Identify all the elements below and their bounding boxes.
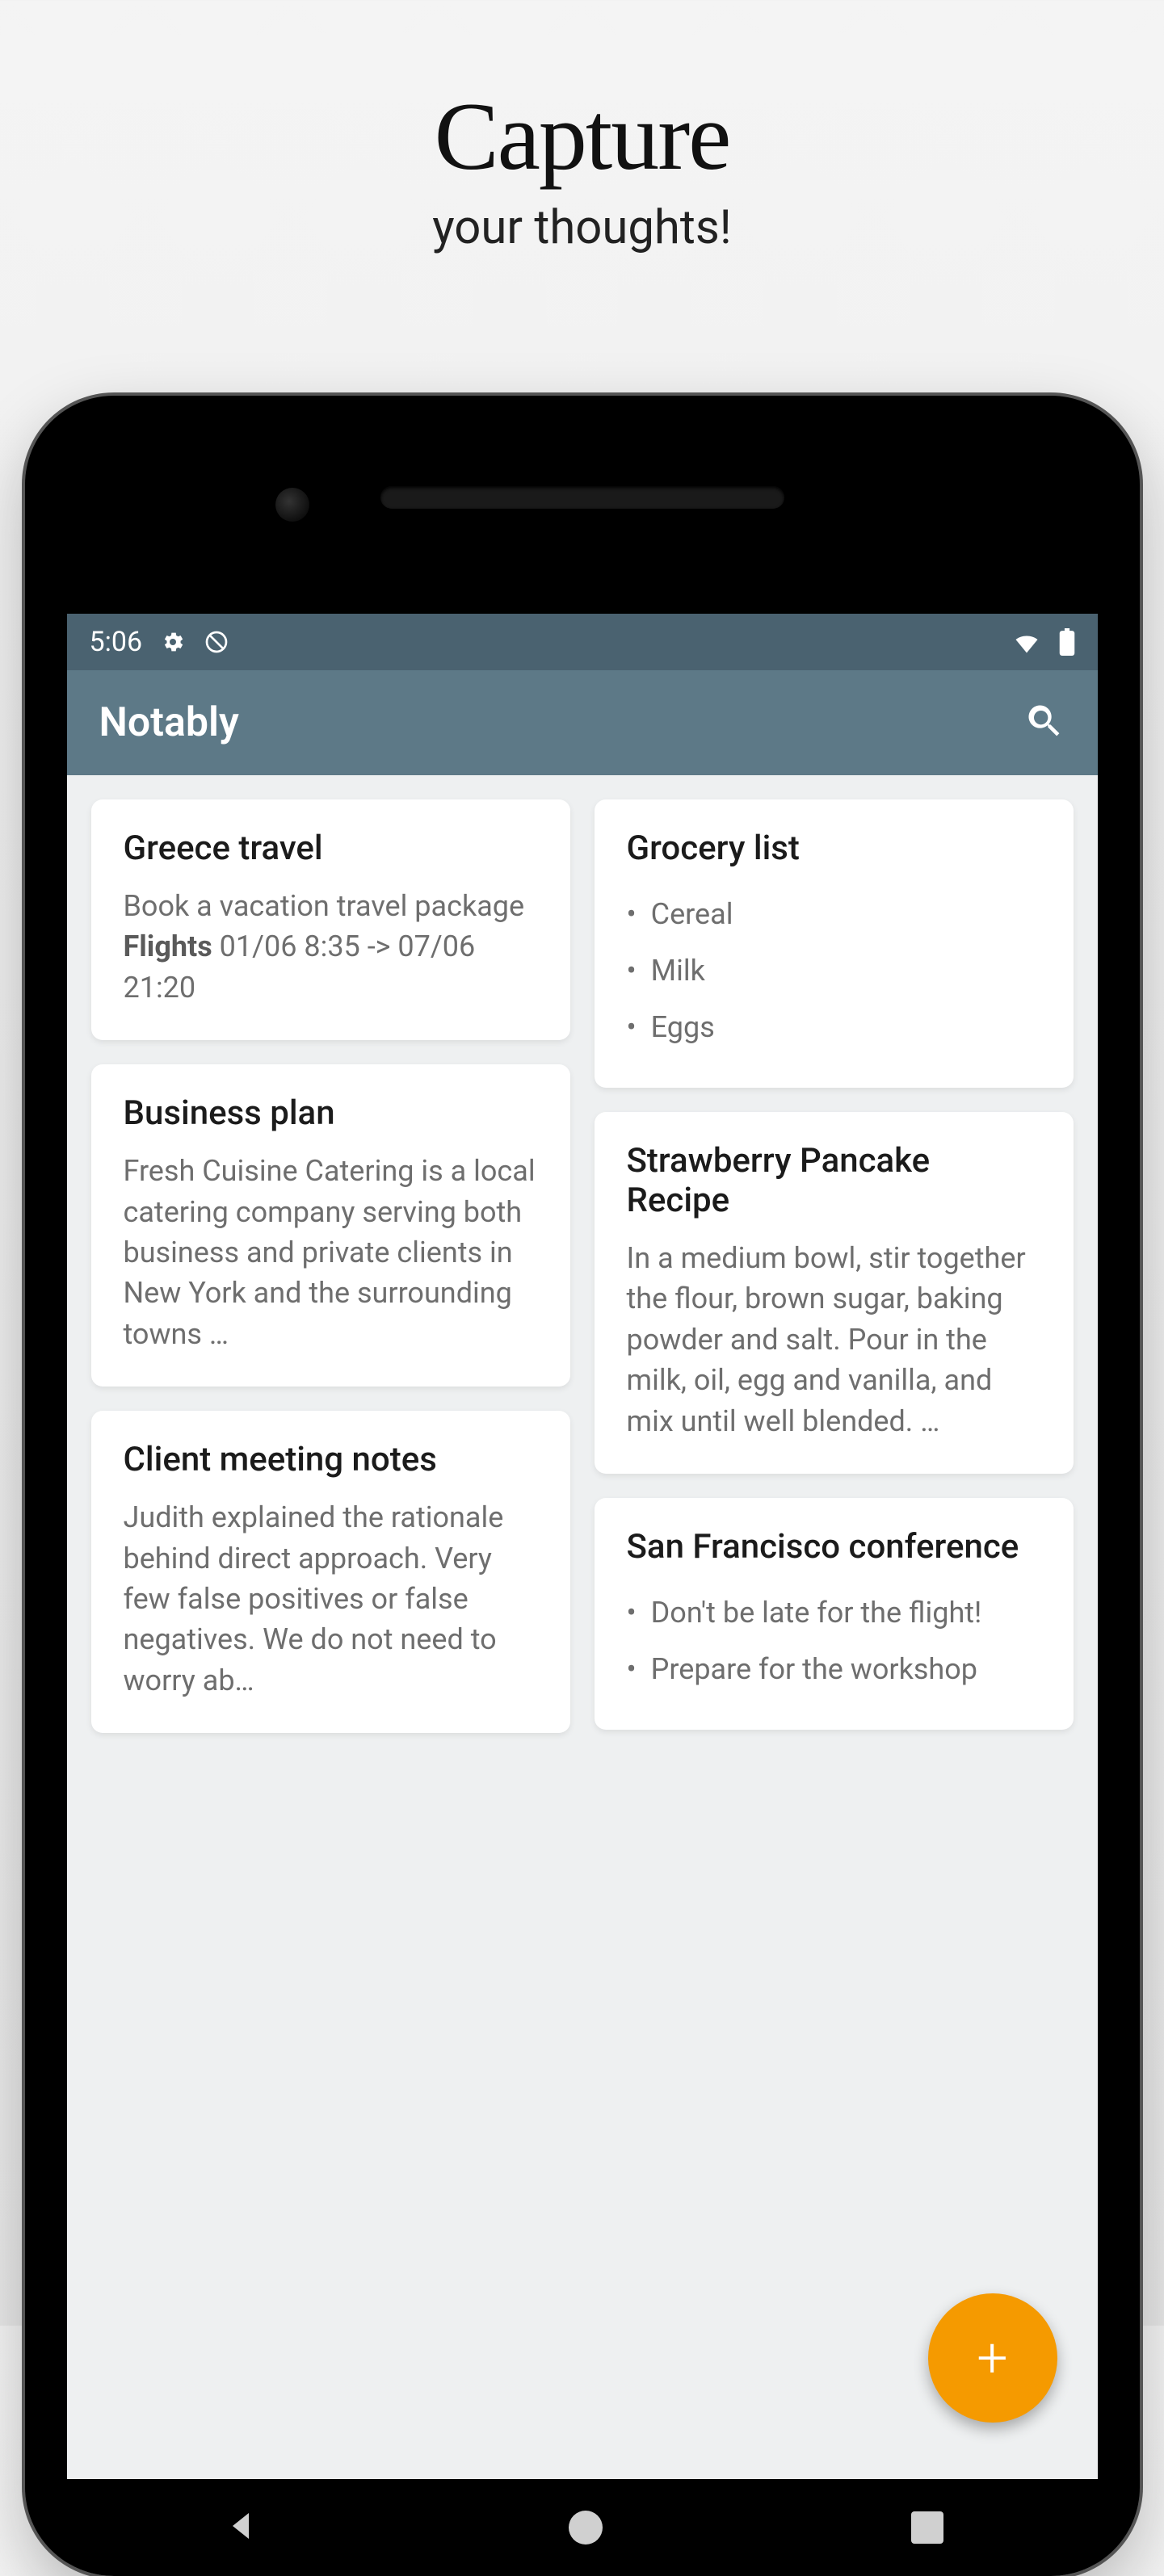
home-icon[interactable] <box>569 2511 603 2545</box>
list-item: Milk <box>627 942 1041 999</box>
app-title: Notably <box>99 699 239 746</box>
notes-grid: Greece travel Book a vacation travel pac… <box>67 775 1098 2479</box>
note-card[interactable]: Grocery list Cereal Milk Eggs <box>595 799 1074 1088</box>
list-item: Prepare for the workshop <box>627 1641 1041 1697</box>
note-body: In a medium bowl, stir together the flou… <box>627 1238 1041 1441</box>
note-title: Client meeting notes <box>124 1440 538 1479</box>
wifi-icon <box>1012 627 1041 657</box>
list-item-text: Milk <box>651 954 705 988</box>
list-item-text: Don't be late for the flight! <box>651 1596 982 1630</box>
promo-header: Capture your thoughts! <box>0 0 1164 255</box>
gear-icon <box>160 629 186 655</box>
list-item-text: Eggs <box>651 1010 715 1044</box>
note-title: Business plan <box>124 1093 538 1133</box>
recents-icon[interactable] <box>911 2511 943 2544</box>
battery-icon <box>1059 628 1075 656</box>
note-title: San Francisco conference <box>627 1527 1041 1567</box>
notes-column-left: Greece travel Book a vacation travel pac… <box>91 799 570 2455</box>
note-card[interactable]: Client meeting notes Judith explained th… <box>91 1411 570 1733</box>
note-body: Fresh Cuisine Catering is a local cateri… <box>124 1151 538 1354</box>
note-title: Grocery list <box>627 829 1041 868</box>
list-item-text: Prepare for the workshop <box>651 1652 977 1686</box>
plus-icon: + <box>977 2326 1007 2390</box>
note-body-text: Book a vacation travel package <box>124 889 525 923</box>
phone-mockup: 5:06 Notably <box>25 396 1140 2576</box>
status-time: 5:06 <box>90 626 143 658</box>
list-item: Eggs <box>627 999 1041 1055</box>
note-card[interactable]: Strawberry Pancake Recipe In a medium bo… <box>595 1112 1074 1474</box>
add-note-fab[interactable]: + <box>928 2293 1057 2423</box>
phone-screen: 5:06 Notably <box>67 614 1098 2576</box>
promo-subtitle: your thoughts! <box>0 200 1164 255</box>
android-nav-bar <box>67 2479 1098 2576</box>
note-list: Cereal Milk Eggs <box>627 886 1041 1055</box>
note-list: Don't be late for the flight! Prepare fo… <box>627 1584 1041 1697</box>
note-body: Judith explained the rationale behind di… <box>124 1497 538 1701</box>
note-body: Book a vacation travel package Flights 0… <box>124 886 538 1008</box>
note-body-bold: Flights <box>124 929 212 963</box>
note-card[interactable]: Business plan Fresh Cuisine Catering is … <box>91 1064 570 1387</box>
note-title: Strawberry Pancake Recipe <box>627 1141 1041 1220</box>
back-icon[interactable] <box>221 2507 260 2549</box>
note-card[interactable]: San Francisco conference Don't be late f… <box>595 1498 1074 1730</box>
notes-column-right: Grocery list Cereal Milk Eggs Strawberry… <box>595 799 1074 2455</box>
note-card[interactable]: Greece travel Book a vacation travel pac… <box>91 799 570 1040</box>
list-item-text: Cereal <box>651 897 733 931</box>
search-icon[interactable] <box>1023 700 1065 745</box>
status-bar: 5:06 <box>67 614 1098 670</box>
promo-title: Capture <box>0 81 1164 192</box>
note-title: Greece travel <box>124 829 538 868</box>
app-bar: Notably <box>67 670 1098 775</box>
list-item: Cereal <box>627 886 1041 942</box>
do-not-disturb-icon <box>204 629 229 655</box>
list-item: Don't be late for the flight! <box>627 1584 1041 1641</box>
